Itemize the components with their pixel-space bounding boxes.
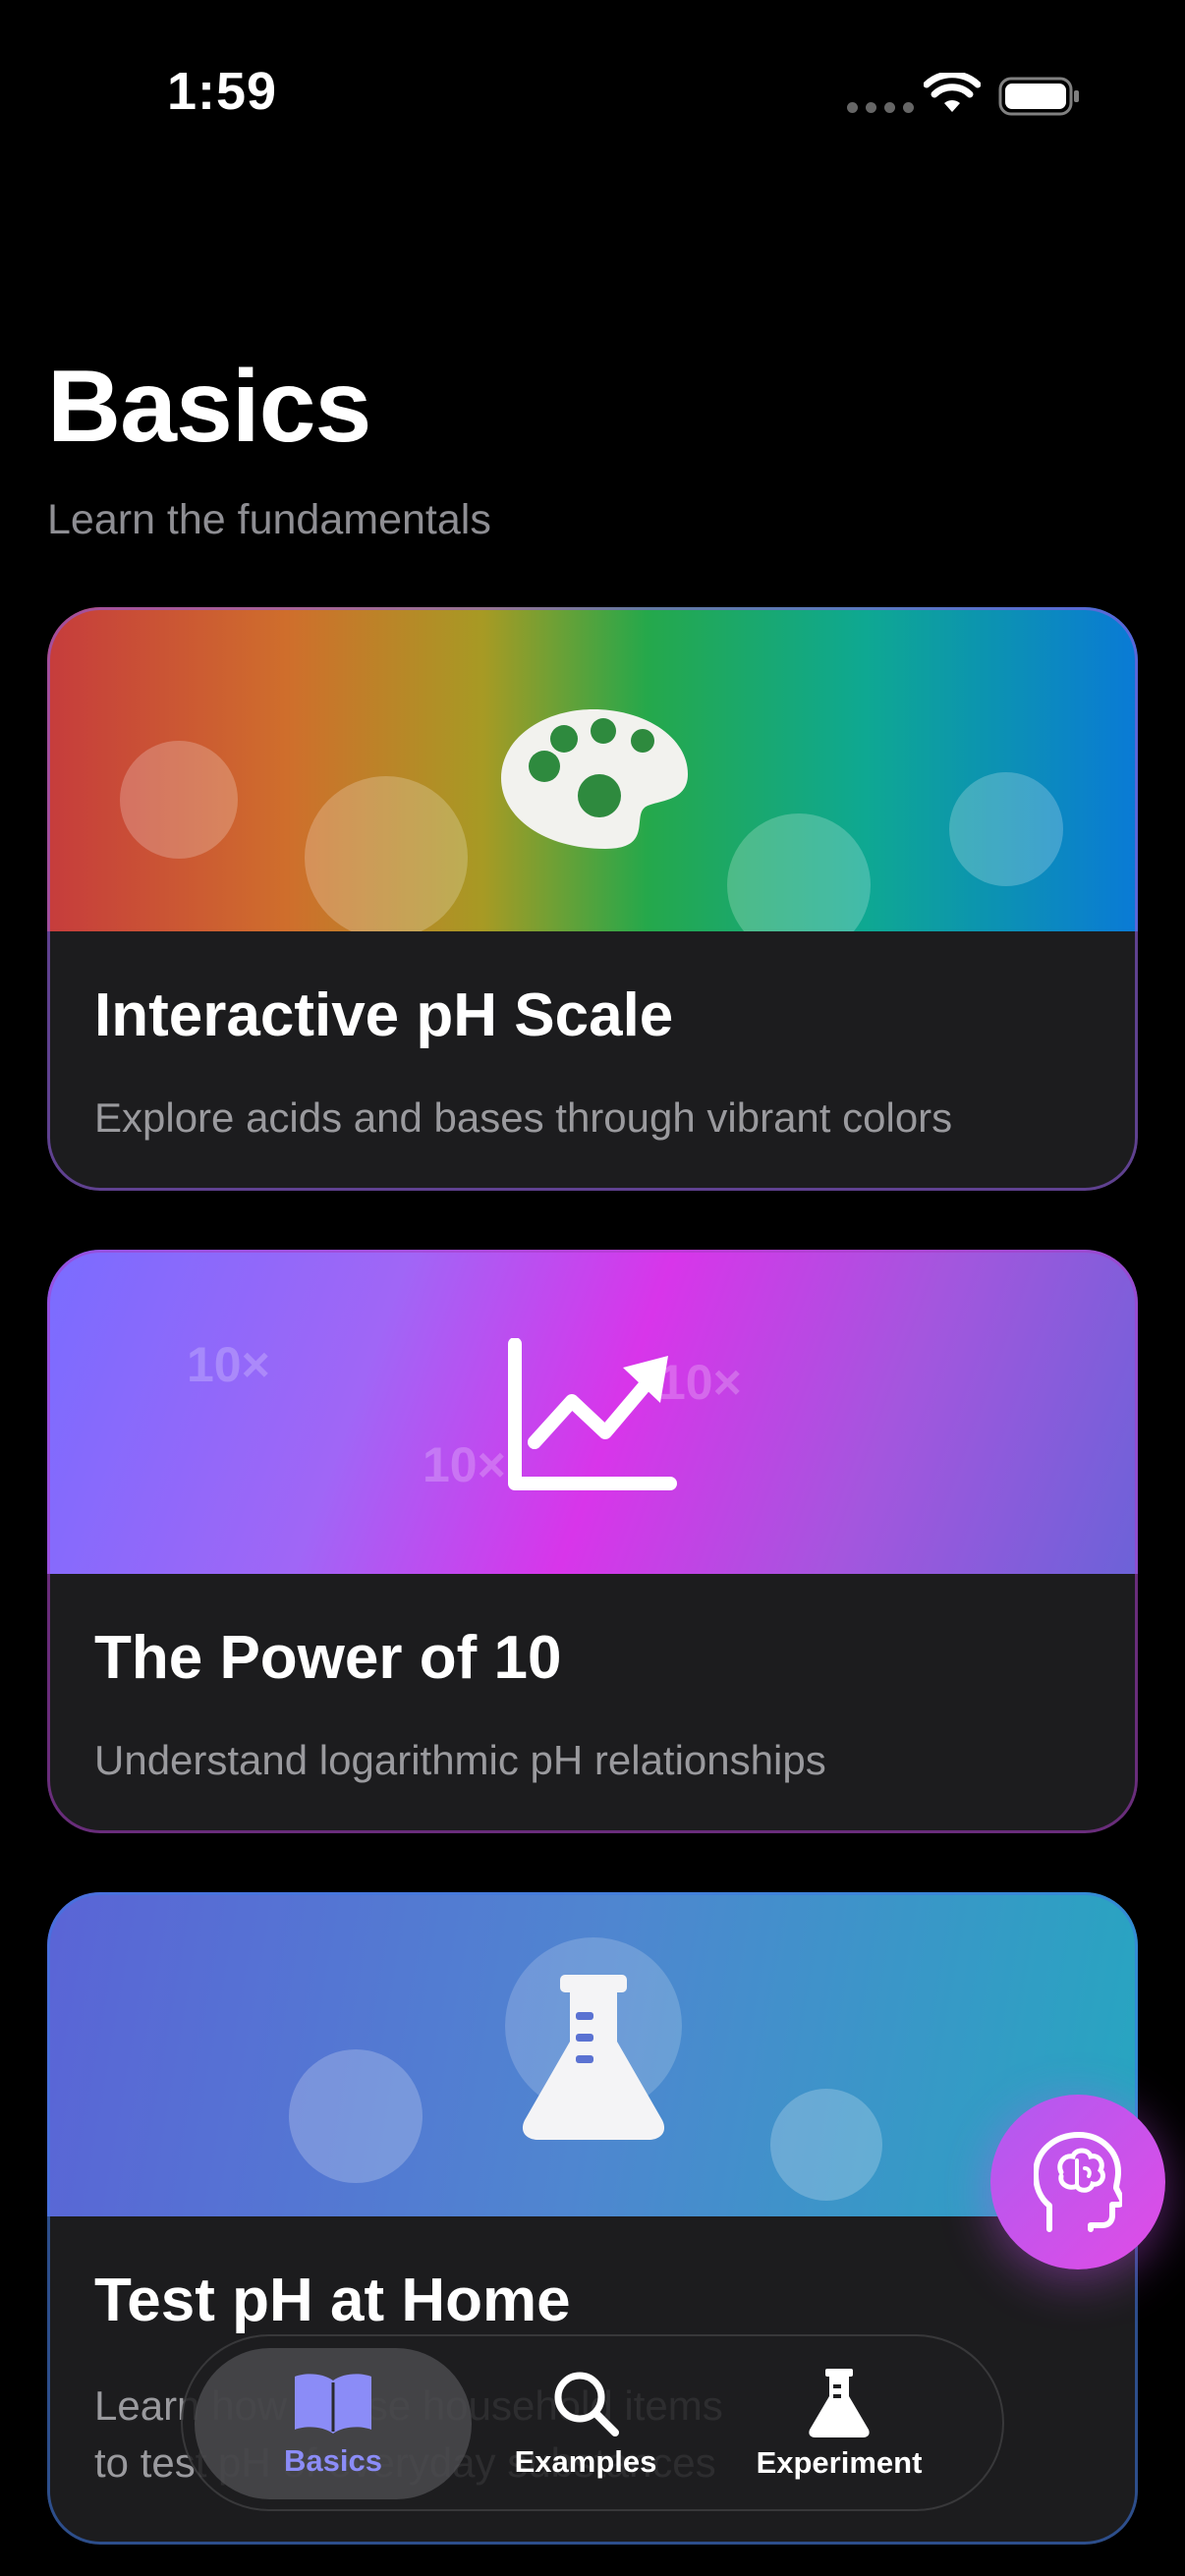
card-title: The Power of 10	[94, 1624, 562, 1692]
card-banner: 10× 10× 10×	[47, 1250, 1138, 1574]
cellular-signal-icon	[847, 102, 914, 113]
card-interactive-ph-scale[interactable]: Interactive pH Scale Explore acids and b…	[47, 607, 1138, 1191]
palette-icon	[501, 709, 688, 849]
tab-bar: Basics Examples Experiment	[181, 2334, 1004, 2511]
decor-label: 10×	[423, 1437, 506, 1492]
status-bar: 1:59	[0, 0, 1185, 196]
card-description: Understand logarithmic pH relationships	[94, 1737, 826, 1783]
card-title: Test pH at Home	[94, 2267, 571, 2334]
tab-label: Experiment	[756, 2445, 923, 2480]
card-title: Interactive pH Scale	[94, 981, 674, 1049]
flask-icon	[809, 2369, 870, 2437]
tab-experiment[interactable]: Experiment	[700, 2336, 979, 2513]
status-time: 1:59	[167, 62, 278, 121]
tab-basics[interactable]: Basics	[195, 2336, 472, 2513]
card-banner	[47, 1892, 1138, 2216]
card-description: Explore acids and bases through vibrant …	[94, 1094, 953, 1141]
wifi-icon	[924, 73, 981, 112]
tab-examples[interactable]: Examples	[474, 2336, 698, 2513]
book-icon	[295, 2374, 371, 2434]
page-subtitle: Learn the fundamentals	[47, 496, 491, 543]
chart-line-up-icon	[508, 1338, 677, 1490]
card-banner	[47, 607, 1138, 931]
decor-label: 10×	[187, 1337, 270, 1392]
flask-icon	[522, 1975, 665, 2140]
tab-label: Basics	[284, 2443, 382, 2478]
card-power-of-10[interactable]: 10× 10× 10× The Power of 10 Understand l…	[47, 1250, 1138, 1833]
tab-label: Examples	[514, 2444, 657, 2479]
brain-head-icon	[1034, 2132, 1122, 2232]
battery-icon	[998, 77, 1079, 116]
search-icon	[554, 2372, 619, 2436]
page-title: Basics	[47, 350, 371, 464]
ai-assistant-button[interactable]	[990, 2095, 1165, 2269]
